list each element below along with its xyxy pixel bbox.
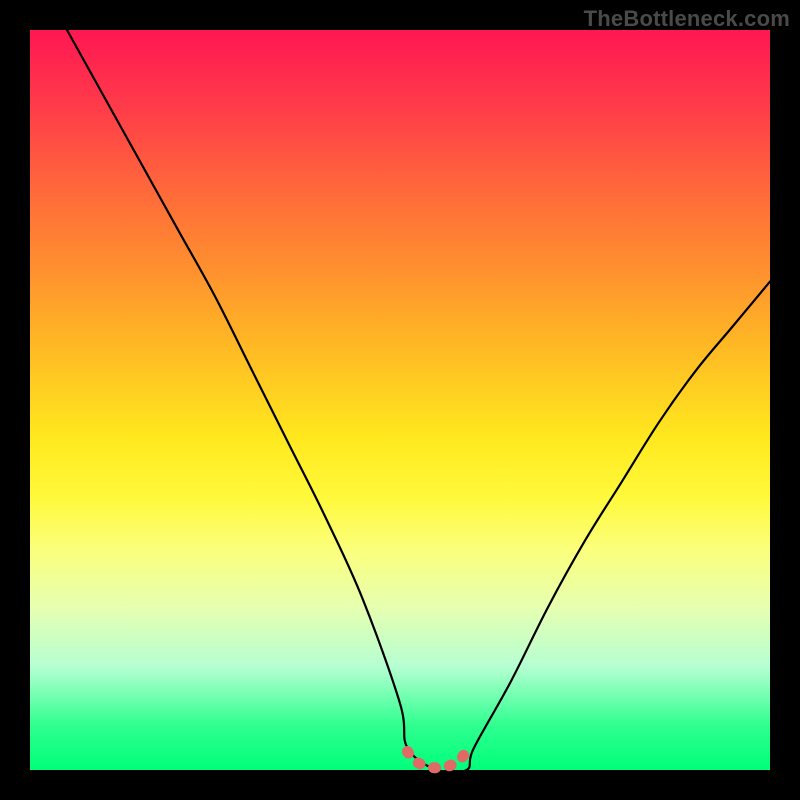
plot-area (30, 30, 770, 770)
curve-layer (30, 30, 770, 770)
watermark-text: TheBottleneck.com (584, 6, 790, 32)
chart-frame: TheBottleneck.com (0, 0, 800, 800)
bottleneck-curve (67, 30, 770, 773)
optimal-marker (407, 752, 466, 768)
